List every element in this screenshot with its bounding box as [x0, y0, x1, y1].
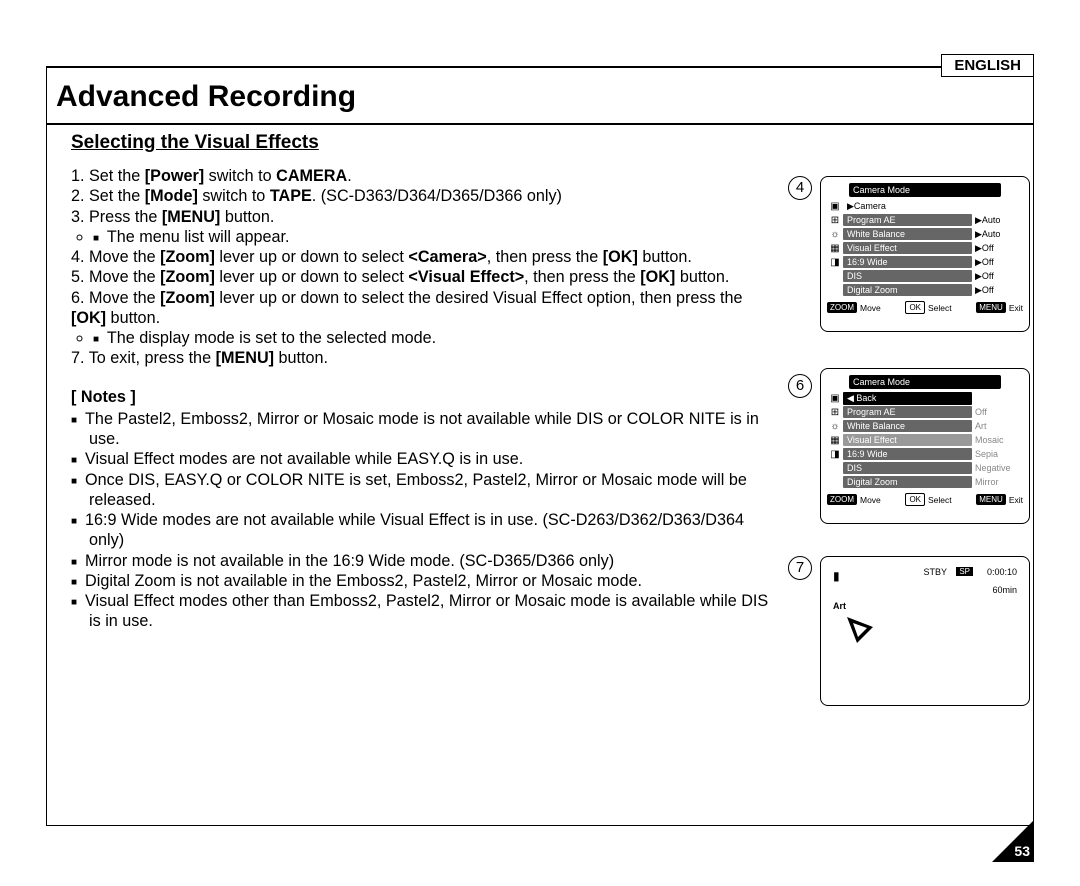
remaining-time: 60min: [992, 585, 1017, 595]
note-7: Visual Effect modes other than Emboss2, …: [71, 591, 780, 632]
osd-screen-4: Camera Mode ▣▶Camera ⊞Program AE▶Auto ☼W…: [820, 176, 1030, 332]
section-heading: Selecting the Visual Effects: [71, 132, 319, 154]
figure-marker-6: 6: [788, 374, 812, 398]
osd6-back: ◀ Back: [843, 392, 972, 405]
note-5: Mirror mode is not available in the 16:9…: [71, 551, 780, 571]
osd-screen-7: ▮ STBY SP 0:00:10 60min Art: [820, 556, 1030, 706]
osd4-back: ▶Camera: [843, 200, 972, 213]
step-4: 4. Move the [Zoom] lever up or down to s…: [71, 247, 780, 267]
osd6-title: Camera Mode: [849, 375, 1001, 389]
battery-icon: ▮: [833, 569, 840, 583]
page-number: 53: [1014, 843, 1030, 859]
osd6-footer: ZOOMMove OKSelect MENUExit: [821, 489, 1029, 510]
osd4-footer: ZOOMMove OKSelect MENUExit: [821, 297, 1029, 318]
step-5: 5. Move the [Zoom] lever up or down to s…: [71, 267, 780, 287]
disp-icon: ◨: [827, 449, 843, 460]
page-title: Advanced Recording: [56, 80, 356, 114]
mem-icon: ▦: [827, 243, 843, 254]
step-6-sub: The display mode is set to the selected …: [93, 328, 780, 348]
note-6: Digital Zoom is not available in the Emb…: [71, 571, 780, 591]
camera-icon: ▣: [827, 393, 843, 404]
main-content: 1. Set the [Power] switch to CAMERA. 2. …: [71, 166, 780, 632]
play-arrow-icon: [843, 613, 877, 647]
camera-icon: ▣: [827, 201, 843, 212]
language-badge: ENGLISH: [941, 54, 1034, 77]
tape-icon: ⊞: [827, 407, 843, 418]
mem-icon: ▦: [827, 435, 843, 446]
tape-icon: ⊞: [827, 215, 843, 226]
osd-screen-6: Camera Mode ▣◀ Back ⊞Program AEOff ☼Whit…: [820, 368, 1030, 524]
step-3: 3. Press the [MENU] button. The menu lis…: [71, 207, 780, 248]
rec-icon: ☼: [827, 229, 843, 240]
rec-icon: ☼: [827, 421, 843, 432]
effect-label: Art: [833, 601, 846, 611]
note-2: Visual Effect modes are not available wh…: [71, 449, 780, 469]
note-1: The Pastel2, Emboss2, Mirror or Mosaic m…: [71, 409, 780, 450]
note-4: 16:9 Wide modes are not available while …: [71, 510, 780, 551]
step-7: 7. To exit, press the [MENU] button.: [71, 348, 780, 368]
timecode: 0:00:10: [987, 567, 1017, 577]
figure-marker-4: 4: [788, 176, 812, 200]
figure-marker-7: 7: [788, 556, 812, 580]
stby-label: STBY: [923, 567, 947, 577]
note-3: Once DIS, EASY.Q or COLOR NITE is set, E…: [71, 470, 780, 511]
step-2: 2. Set the [Mode] switch to TAPE. (SC-D3…: [71, 186, 780, 206]
sp-badge: SP: [956, 567, 973, 576]
disp-icon: ◨: [827, 257, 843, 268]
notes-heading: [ Notes ]: [71, 387, 780, 407]
title-underline: [46, 123, 1034, 125]
osd4-title: Camera Mode: [849, 183, 1001, 197]
step-3-sub: The menu list will appear.: [93, 227, 780, 247]
step-6: 6. Move the [Zoom] lever up or down to s…: [71, 288, 780, 349]
notes-list: The Pastel2, Emboss2, Mirror or Mosaic m…: [71, 409, 780, 632]
step-1: 1. Set the [Power] switch to CAMERA.: [71, 166, 780, 186]
